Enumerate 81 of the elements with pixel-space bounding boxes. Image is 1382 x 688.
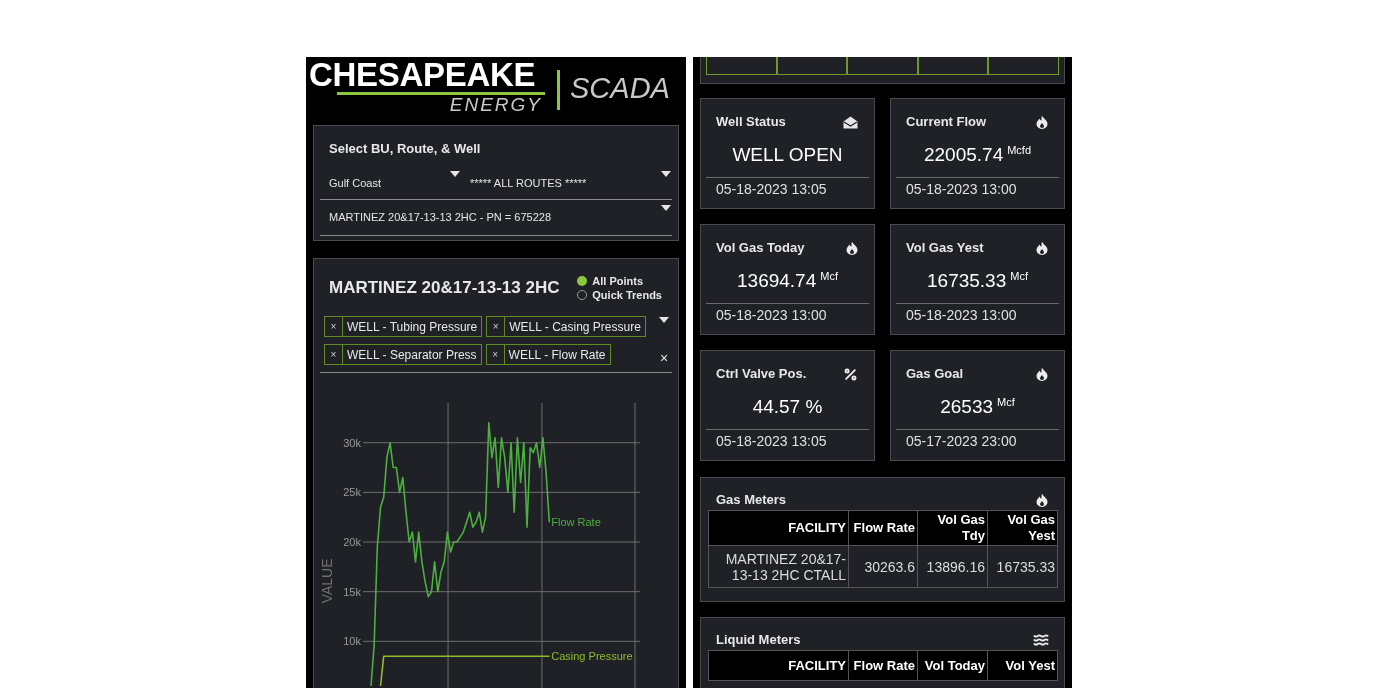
metric-unit: Mcfd — [1007, 144, 1032, 156]
logo-wordmark: CHESAPEAKE — [309, 58, 536, 91]
range-button[interactable] — [706, 57, 777, 75]
metric-timestamp: 05-18-2023 13:05 — [716, 434, 827, 449]
well-dropdown[interactable]: MARTINEZ 20&17-13-13 2HC - PN = 675228 — [320, 200, 672, 236]
table-cell: 16735.33 — [987, 545, 1058, 588]
y-tick-label: 30k — [343, 436, 361, 449]
caret-down-icon — [661, 205, 671, 211]
metric-title: Ctrl Valve Pos. — [716, 366, 807, 382]
logo-divider — [557, 70, 560, 110]
metric-timestamp: 05-18-2023 13:00 — [906, 182, 1017, 197]
route-dropdown[interactable]: ***** ALL ROUTES ***** — [466, 163, 672, 199]
flame-icon — [1036, 367, 1048, 381]
metric-title: Gas Goal — [906, 366, 964, 382]
table-cell: 30263.6 — [848, 545, 918, 588]
metric-unit: Mcf — [997, 396, 1015, 408]
column-header: Vol Today — [917, 650, 988, 681]
remove-tag-button[interactable]: × — [325, 345, 343, 364]
column-header: FACILITY — [708, 650, 849, 681]
table-cell: MARTINEZ 20&17-13-13 2HC CTALL — [708, 545, 849, 588]
y-tick-label: 20k — [343, 536, 361, 548]
selector-title: Select BU, Route, & Well — [329, 141, 481, 157]
range-button[interactable] — [917, 57, 989, 75]
y-axis-label: VALUE — [319, 558, 335, 604]
metric-value: 22005.74 — [923, 144, 1004, 166]
metric-value: 26533 — [940, 396, 994, 418]
metric-value: 13694.74 — [737, 270, 817, 292]
range-button[interactable] — [847, 57, 918, 75]
tag-label: WELL - Tubing Pressure — [346, 318, 479, 336]
column-header: Flow Rate — [848, 510, 918, 546]
percent-icon — [843, 366, 858, 382]
range-button[interactable] — [988, 57, 1059, 75]
caret-down-icon — [661, 171, 671, 177]
metric-value: 16735.33 — [927, 270, 1007, 292]
y-tick-label: 15k — [343, 585, 361, 598]
column-header: FACILITY — [708, 510, 849, 546]
y-tick-label: 25k — [343, 486, 361, 499]
table-cell: 13896.16 — [917, 545, 988, 588]
metric-timestamp: 05-18-2023 13:00 — [716, 308, 827, 323]
tag-label: WELL - Flow Rate — [507, 346, 607, 364]
column-header: Vol Gas Tdy — [917, 510, 988, 546]
series-label: Flow Rate — [551, 516, 601, 529]
logo-product-name: SCADA — [570, 73, 670, 103]
metric-value: 44.57 % — [752, 396, 823, 418]
metric-unit: Mcf — [1010, 270, 1028, 282]
flame-icon — [1036, 241, 1048, 255]
column-header: Vol Gas Yest — [987, 510, 1058, 546]
remove-tag-button[interactable]: × — [325, 317, 343, 336]
metric-title: Vol Gas Today — [716, 240, 805, 256]
column-header: Flow Rate — [848, 650, 918, 681]
metric-title: Current Flow — [906, 114, 987, 130]
clear-tags-button[interactable]: × — [659, 351, 669, 365]
business-unit-dropdown[interactable]: Gulf Coast — [320, 163, 462, 199]
caret-down-icon — [450, 171, 460, 177]
metric-timestamp: 05-17-2023 23:00 — [906, 434, 1017, 449]
flame-icon — [1036, 115, 1048, 129]
metric-title: Vol Gas Yest — [906, 240, 984, 256]
range-button[interactable] — [776, 57, 848, 75]
section-title: Gas Meters — [716, 492, 787, 508]
y-tick-label: 10k — [343, 635, 361, 648]
metric-unit: Mcf — [820, 270, 838, 282]
logo-subtitle: ENERGY — [449, 95, 542, 115]
metric-title: Well Status — [716, 114, 786, 130]
open-envelope-icon — [843, 115, 858, 129]
waves-icon — [1033, 632, 1049, 648]
metric-value: WELL OPEN — [732, 144, 843, 166]
flame-icon — [846, 241, 858, 255]
remove-tag-button[interactable]: × — [486, 345, 505, 364]
remove-tag-button[interactable]: × — [487, 317, 506, 336]
column-header: Vol Yest — [987, 650, 1058, 681]
caret-down-icon[interactable] — [659, 317, 669, 323]
radio-option[interactable]: All Points — [577, 274, 662, 288]
section-title: Liquid Meters — [716, 632, 801, 648]
metric-timestamp: 05-18-2023 13:05 — [716, 182, 827, 197]
well-title: MARTINEZ 20&17-13-13 2HC — [329, 278, 560, 298]
tag-label: WELL - Casing Pressure — [508, 318, 642, 336]
radio-option[interactable]: Quick Trends — [577, 288, 662, 302]
series-label: Casing Pressure — [551, 650, 633, 663]
metric-timestamp: 05-18-2023 13:00 — [906, 308, 1017, 323]
flame-icon — [1036, 493, 1048, 507]
tag-label: WELL - Separator Press — [346, 346, 478, 364]
